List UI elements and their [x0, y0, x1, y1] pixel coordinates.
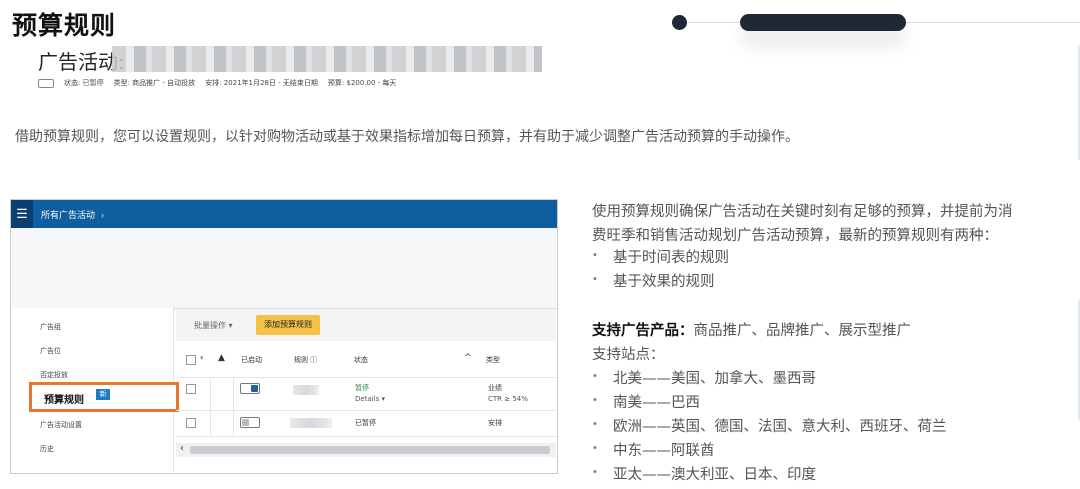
sidebar-item-history[interactable]: 历史 [40, 444, 54, 454]
scrollbar-thumb[interactable] [190, 446, 550, 454]
supported-products: 支持广告产品：商品推广、品牌推广、展示型推广 [592, 319, 911, 340]
bullet-icon: • [592, 443, 598, 454]
col-header-type[interactable]: 类型 [486, 355, 500, 365]
site-item: 中东——阿联酋 [613, 443, 715, 459]
sidebar-item-budget-rules-label: 预算规则 [44, 395, 84, 406]
chevron-down-icon[interactable]: ▾ [200, 354, 204, 362]
rule-type-item: 基于效果的规则 [613, 274, 715, 290]
table-toolbar [176, 309, 556, 341]
status-label: 已暂停 [355, 419, 376, 427]
col-divider [233, 377, 234, 436]
bulk-actions-label: 批量操作 [194, 321, 226, 330]
site-item: 欧洲——英国、德国、法国、意大利、西班牙、荷兰 [613, 419, 947, 435]
campaign-header [11, 228, 557, 309]
info-icon: ⓘ [310, 356, 318, 364]
meta-type: 类型: 商品推广 - 自动投放 [113, 79, 196, 87]
top-nav-bar: ☰ 所有广告活动 › [11, 200, 557, 228]
site-item: 南美——巴西 [613, 395, 700, 411]
site-item: 北美——美国、加拿大、墨西哥 [613, 371, 816, 387]
meta-budget: 预算: $200.00 - 每天 [327, 79, 397, 87]
enabled-toggle[interactable] [240, 383, 260, 394]
bullet-icon: • [592, 467, 598, 478]
status-label: 暂停 [355, 384, 369, 392]
campaign-meta: 状态: 已暂停 类型: 商品推广 - 自动投放 安排: 2021年1月28日 - 无… [38, 78, 406, 88]
meta-schedule: 安排: 2021年1月28日 - 无结束日期 [205, 79, 318, 87]
supported-products-list: 商品推广、品牌推广、展示型推广 [693, 323, 912, 339]
enabled-toggle[interactable] [240, 417, 260, 428]
scroll-left-icon[interactable]: ‹ [180, 443, 184, 454]
description-line-1: 使用预算规则确保广告活动在关键时刻有足够的预算，并提前为消 [592, 204, 1013, 220]
details-dropdown[interactable]: Details ▾ [355, 395, 385, 403]
sidebar-item-campaign-settings[interactable]: 广告活动设置 [40, 420, 82, 430]
new-badge: 新 [96, 389, 110, 400]
blurred-campaign-name [112, 46, 542, 72]
bullet-icon: • [592, 419, 598, 430]
meta-status: 状态: 已暂停 [64, 79, 104, 87]
blurred-rule-name [293, 385, 319, 395]
decorative-dot [672, 15, 687, 30]
sort-caret-icon[interactable]: ^ [464, 353, 472, 363]
row-checkbox[interactable] [186, 418, 196, 428]
description-line-2: 费旺季和销售活动规划广告活动预算，最新的预算规则有两种： [592, 228, 998, 244]
bullet-icon: • [592, 371, 598, 382]
rule-type-item: 基于时间表的规则 [613, 250, 729, 266]
sidebar-item-negative-targeting[interactable]: 否定投放 [40, 370, 68, 380]
supported-sites-label: 支持站点： [592, 347, 665, 363]
col-header-status[interactable]: 状态 [354, 355, 368, 365]
menu-icon[interactable]: ☰ [11, 200, 33, 228]
chevron-down-icon: ▾ [228, 321, 233, 330]
col-header-rule[interactable]: 规则 ⓘ [294, 355, 317, 365]
bullet-icon: • [592, 274, 598, 285]
site-item: 亚太——澳大利亚、日本、印度 [613, 467, 816, 483]
bulk-actions-dropdown[interactable]: 批量操作 ▾ [194, 320, 233, 331]
col-header-enabled[interactable]: 已启动 [241, 355, 262, 365]
type-label: 业绩 [488, 384, 502, 392]
row-divider [176, 436, 556, 437]
supported-products-label: 支持广告产品： [592, 323, 694, 339]
blurred-rule-name [290, 418, 332, 428]
bullet-icon: • [592, 250, 598, 261]
bullet-icon: • [592, 395, 598, 406]
breadcrumb-label: 所有广告活动 [41, 210, 96, 220]
select-all-checkbox[interactable] [186, 355, 196, 365]
intro-text: 借助预算规则，您可以设置规则，以针对购物活动或基于效果指标增加每日预算，并有助于… [15, 129, 799, 145]
type-label: 安排 [488, 419, 502, 427]
col-header-rule-label: 规则 [294, 356, 308, 364]
sidebar-item-ad-groups[interactable]: 广告组 [40, 322, 61, 332]
decorative-pill [740, 14, 906, 31]
status-toggle[interactable] [38, 78, 54, 88]
add-budget-rule-button[interactable]: 添加预算规则 [256, 315, 320, 335]
page-title: 预算规则 [12, 11, 117, 40]
chevron-right-icon: › [101, 210, 105, 220]
type-criteria: CTR ≥ 54% [488, 395, 528, 403]
warning-icon: ▲ [218, 353, 225, 363]
row-checkbox[interactable] [186, 384, 196, 394]
col-divider [210, 377, 211, 436]
sidebar-item-placements[interactable]: 广告位 [40, 346, 61, 356]
breadcrumb[interactable]: 所有广告活动 › [41, 208, 104, 221]
